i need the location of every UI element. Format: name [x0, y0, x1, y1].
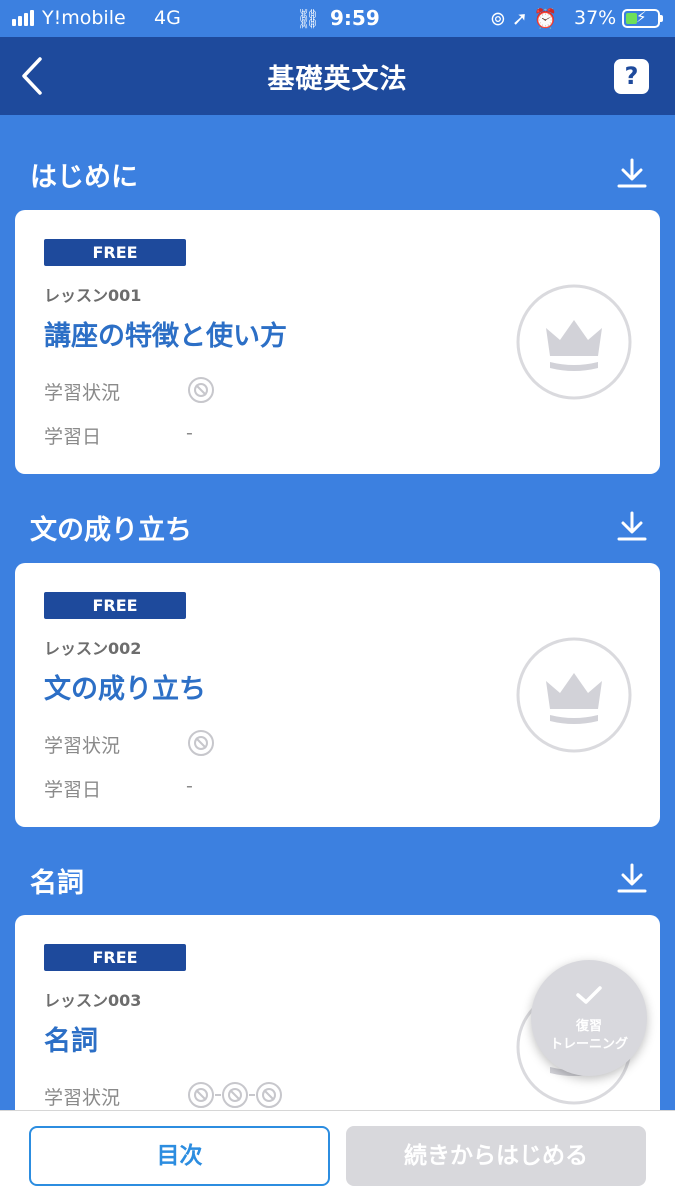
- not-started-icon: [188, 1082, 214, 1108]
- review-training-button[interactable]: 復習 トレーニング: [531, 960, 647, 1076]
- status-icons: ⊚➚⏰: [490, 7, 564, 30]
- free-badge: FREE: [44, 944, 186, 971]
- network-type: 4G: [154, 7, 181, 29]
- page-title: 基礎英文法: [267, 64, 408, 95]
- continue-button[interactable]: 続きからはじめる: [346, 1126, 646, 1186]
- study-status: [187, 729, 215, 757]
- link-icon: ⛓: [296, 8, 321, 30]
- lesson-title: 講座の特徴と使い方: [44, 321, 287, 352]
- download-icon[interactable]: [617, 862, 647, 894]
- lesson-title: 文の成り立ち: [44, 674, 206, 705]
- carrier-name: Y!mobile: [42, 7, 126, 29]
- date-label: 学習日: [44, 779, 102, 801]
- not-started-icon: [188, 730, 214, 756]
- lesson-number: レッスン002: [44, 639, 142, 658]
- toc-button[interactable]: 目次: [29, 1126, 330, 1186]
- clock: 9:59: [330, 6, 380, 30]
- battery-charging-icon: ⚡: [622, 8, 663, 28]
- status-label: 学習状況: [44, 1087, 121, 1109]
- lesson-number: レッスン001: [44, 286, 142, 305]
- not-started-icon: [256, 1082, 282, 1108]
- download-icon[interactable]: [617, 157, 647, 189]
- battery-percent: 37%: [574, 7, 617, 29]
- help-button[interactable]: ?: [614, 59, 649, 94]
- section-title: はじめに: [30, 162, 138, 193]
- orientation-lock-icon: ⊚: [490, 8, 512, 30]
- date-value: -: [186, 422, 193, 444]
- section-title: 文の成り立ち: [30, 515, 192, 546]
- status-label: 学習状況: [44, 382, 121, 404]
- nav-bar: 基礎英文法 ?: [0, 37, 675, 115]
- bottom-bar: 目次 続きからはじめる: [0, 1110, 675, 1200]
- crown-icon: [516, 284, 632, 400]
- signal-icon: [12, 10, 34, 26]
- date-label: 学習日: [44, 426, 102, 448]
- lesson-number: レッスン003: [44, 991, 142, 1010]
- not-started-icon: [188, 377, 214, 403]
- status-bar: Y!mobile 4G ⛓ 9:59 ⊚➚⏰ 37% ⚡: [0, 0, 675, 37]
- date-value: -: [186, 775, 193, 797]
- download-icon[interactable]: [617, 510, 647, 542]
- free-badge: FREE: [44, 239, 186, 266]
- study-status: [187, 376, 215, 404]
- fab-label-review: 復習: [575, 1019, 602, 1034]
- study-status: [187, 1081, 283, 1109]
- location-icon: ➚: [511, 8, 534, 30]
- free-badge: FREE: [44, 592, 186, 619]
- check-icon: [576, 986, 602, 1004]
- charging-bolt-icon: ⚡: [636, 8, 647, 26]
- crown-icon: [516, 637, 632, 753]
- lesson-card[interactable]: FREE レッスン002 文の成り立ち 学習状況 学習日 -: [15, 563, 660, 827]
- status-label: 学習状況: [44, 735, 121, 757]
- lesson-title: 名詞: [44, 1026, 98, 1057]
- section-title: 名詞: [30, 868, 84, 899]
- lesson-card[interactable]: FREE レッスン001 講座の特徴と使い方 学習状況 学習日 -: [15, 210, 660, 474]
- fab-label-training: トレーニング: [549, 1037, 628, 1052]
- alarm-icon: ⏰: [533, 8, 564, 30]
- not-started-icon: [222, 1082, 248, 1108]
